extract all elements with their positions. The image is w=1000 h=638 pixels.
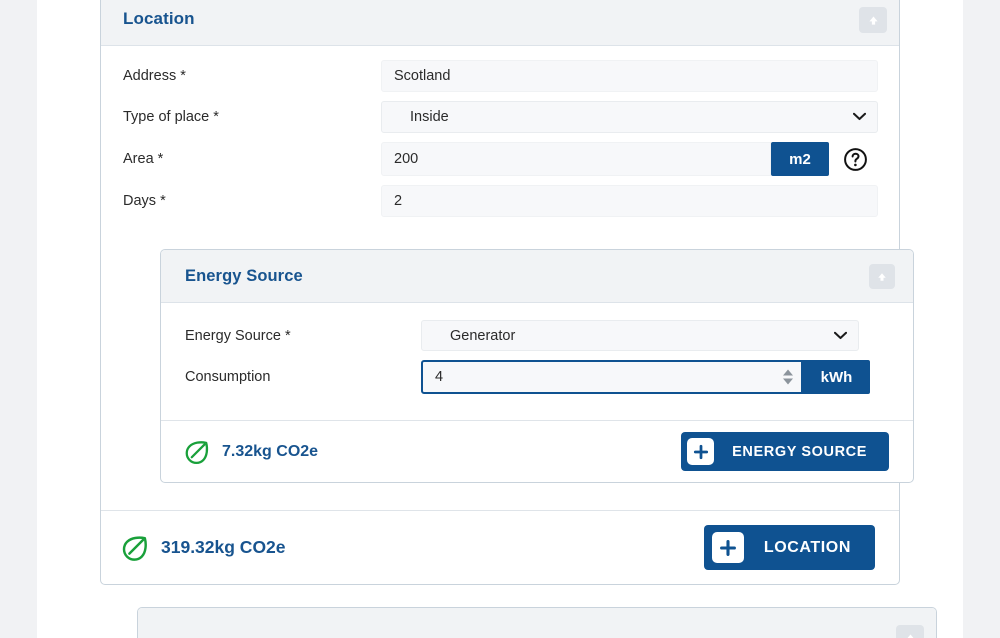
energy-source-select[interactable]: Generator [421,320,859,351]
transport-card-header: Transport [138,608,936,638]
energy-source-label: Energy Source * [185,328,421,344]
address-input[interactable] [381,60,878,92]
location-card-header: Location [101,0,899,46]
type-of-place-field-wrap: Inside [381,101,878,133]
left-gutter [0,0,37,638]
address-field-wrap [381,60,878,92]
location-footer: 319.32kg CO2e LOCATION [101,510,899,584]
plus-icon [712,532,744,563]
consumption-input-shell [421,360,803,394]
consumption-stepper[interactable] [783,370,793,385]
energy-source-field-wrap: Generator [421,320,859,351]
plus-icon [687,438,714,465]
add-location-button[interactable]: LOCATION [704,525,875,570]
leaf-icon [183,438,211,466]
energy-source-footer: 7.32kg CO2e ENERGY SOURCE [161,420,913,482]
location-co2-group: 319.32kg CO2e [120,533,286,563]
stepper-up-icon[interactable] [783,370,793,376]
location-co2-value: 319.32kg CO2e [161,537,286,558]
energy-source-title: Energy Source [185,267,303,286]
days-field-wrap [381,185,878,217]
content-column: Location Address * Type of place * [37,0,963,638]
consumption-row: Consumption kWh [185,360,889,394]
location-form: Address * Type of place * Inside [101,46,899,217]
days-label: Days * [123,193,381,209]
energy-source-collapse-button[interactable] [869,264,895,289]
question-circle-icon[interactable] [843,147,868,172]
arrow-up-icon [876,271,888,283]
leaf-icon [120,533,150,563]
consumption-label: Consumption [185,369,421,385]
add-energy-source-label: ENERGY SOURCE [732,444,867,460]
address-row: Address * [123,60,877,92]
add-energy-source-button[interactable]: ENERGY SOURCE [681,432,889,471]
consumption-unit-badge: kWh [803,360,870,394]
area-field-wrap: m2 [381,142,868,176]
area-label: Area * [123,151,381,167]
type-of-place-row: Type of place * Inside [123,101,877,133]
location-collapse-button[interactable] [859,7,887,33]
page-root: Location Address * Type of place * [0,0,1000,638]
arrow-up-icon [867,14,880,27]
energy-source-card-header: Energy Source [161,250,913,303]
energy-source-co2-group: 7.32kg CO2e [183,438,318,466]
consumption-field-wrap: kWh [421,360,870,394]
add-location-label: LOCATION [764,539,851,557]
stepper-down-icon[interactable] [783,379,793,385]
arrow-up-icon [904,632,917,638]
location-title: Location [123,9,195,29]
area-input[interactable] [381,142,771,176]
energy-source-form: Energy Source * Generator Consumption [161,303,913,394]
type-of-place-select[interactable]: Inside [381,101,878,133]
area-row: Area * m2 [123,142,877,176]
type-of-place-label: Type of place * [123,109,381,125]
energy-source-co2-value: 7.32kg CO2e [222,443,318,461]
transport-card: Transport [137,607,937,638]
right-gutter [963,0,1000,638]
days-row: Days * [123,185,877,217]
energy-source-card: Energy Source Energy Source * Generator [160,249,914,483]
address-label: Address * [123,68,381,84]
consumption-input[interactable] [423,362,801,392]
transport-collapse-button[interactable] [896,625,924,638]
energy-source-row: Energy Source * Generator [185,320,889,351]
area-unit-badge: m2 [771,142,829,176]
days-input[interactable] [381,185,878,217]
